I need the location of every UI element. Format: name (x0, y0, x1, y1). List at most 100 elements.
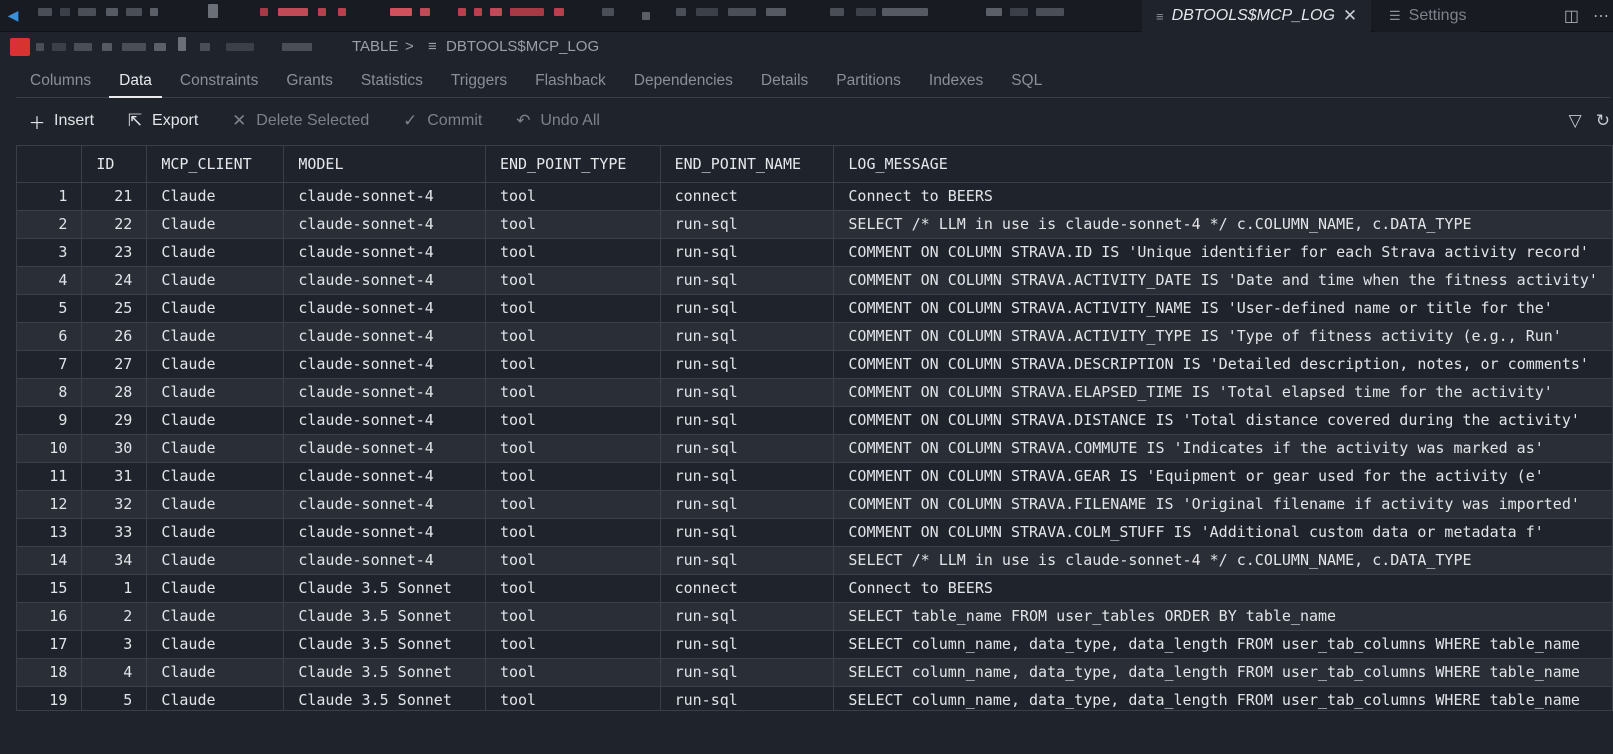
table-cell[interactable]: run-sql (660, 686, 835, 710)
table-cell[interactable]: 33 (81, 518, 148, 547)
table-row[interactable]: 3 23 Claude claude-sonnet-4 tool run-sql COMME… (17, 238, 1613, 267)
table-cell[interactable]: run-sql (660, 294, 835, 323)
tab-dbtools-mcp-log[interactable]: ≡ DBTOOLS$MCP_LOG ✕ (1142, 0, 1372, 32)
export-button[interactable]: ⇱ Export (114, 106, 210, 136)
table-cell[interactable]: tool (485, 350, 661, 379)
table-cell[interactable]: COMMENT ON COLUMN STRAVA.FILENAME IS 'Or… (833, 490, 1613, 519)
table-cell[interactable]: COMMENT ON COLUMN STRAVA.DESCRIPTION IS … (833, 350, 1613, 379)
tab-constraints[interactable]: Constraints (166, 64, 272, 97)
table-cell[interactable]: 1 (81, 574, 148, 603)
table-cell[interactable]: Claude (146, 350, 285, 379)
table-cell[interactable]: tool (485, 378, 661, 407)
table-cell[interactable]: SELECT table_name FROM user_tables ORDER… (833, 602, 1613, 631)
table-cell[interactable]: run-sql (660, 518, 835, 547)
table-cell[interactable]: tool (485, 210, 661, 239)
table-cell[interactable]: run-sql (660, 490, 835, 519)
table-row[interactable]: 16 2 Claude Claude 3.5 Sonnet tool run-sql SEL… (17, 602, 1613, 631)
tab-details[interactable]: Details (747, 64, 822, 97)
table-cell[interactable]: 5 (81, 686, 148, 710)
table-cell[interactable]: tool (485, 462, 661, 491)
table-cell[interactable]: 22 (81, 210, 148, 239)
table-cell[interactable]: connect (660, 574, 835, 603)
table-cell[interactable]: tool (485, 182, 661, 211)
table-row[interactable]: 18 4 Claude Claude 3.5 Sonnet tool run-sql SEL… (17, 658, 1613, 687)
table-cell[interactable]: Claude (146, 406, 285, 435)
table-row[interactable]: 17 3 Claude Claude 3.5 Sonnet tool run-sql SEL… (17, 630, 1613, 659)
table-cell[interactable]: tool (485, 630, 661, 659)
table-cell[interactable]: 30 (81, 434, 148, 463)
table-cell[interactable]: claude-sonnet-4 (283, 462, 486, 491)
table-cell[interactable]: run-sql (660, 630, 835, 659)
tab-data[interactable]: Data (105, 64, 166, 98)
table-cell[interactable]: claude-sonnet-4 (283, 238, 486, 267)
table-cell[interactable]: 25 (81, 294, 148, 323)
table-cell[interactable]: claude-sonnet-4 (283, 546, 486, 575)
table-cell[interactable]: claude-sonnet-4 (283, 182, 486, 211)
table-cell[interactable]: 26 (81, 322, 148, 351)
column-header-end-point-type[interactable]: END_POINT_TYPE (485, 146, 661, 183)
table-cell[interactable]: Claude (146, 378, 285, 407)
table-row[interactable]: 19 5 Claude Claude 3.5 Sonnet tool run-sql SEL… (17, 686, 1613, 710)
table-cell[interactable]: Connect to BEERS (833, 182, 1613, 211)
table-cell[interactable]: tool (485, 322, 661, 351)
tab-flashback[interactable]: Flashback (521, 64, 620, 97)
table-cell[interactable]: SELECT /* LLM in use is claude-sonnet-4 … (833, 210, 1613, 239)
table-cell[interactable]: 23 (81, 238, 148, 267)
table-row[interactable]: 11 31 Claude claude-sonnet-4 tool run-sql COMM… (17, 462, 1613, 491)
tab-partitions[interactable]: Partitions (822, 64, 915, 97)
table-cell[interactable]: Claude (146, 658, 285, 687)
table-cell[interactable]: tool (485, 518, 661, 547)
table-cell[interactable]: 32 (81, 490, 148, 519)
table-cell[interactable]: SELECT column_name, data_type, data_leng… (833, 686, 1613, 710)
table-cell[interactable]: 28 (81, 378, 148, 407)
table-row[interactable]: 7 27 Claude claude-sonnet-4 tool run-sql COMME… (17, 350, 1613, 379)
table-cell[interactable]: tool (485, 686, 661, 710)
table-cell[interactable]: Claude (146, 574, 285, 603)
commit-button[interactable]: ✓ Commit (389, 106, 494, 136)
table-cell[interactable]: run-sql (660, 658, 835, 687)
table-cell[interactable]: run-sql (660, 210, 835, 239)
tab-grants[interactable]: Grants (272, 64, 347, 97)
table-cell[interactable]: 31 (81, 462, 148, 491)
table-cell[interactable]: COMMENT ON COLUMN STRAVA.ID IS 'Unique i… (833, 238, 1613, 267)
table-cell[interactable]: COMMENT ON COLUMN STRAVA.COMMUTE IS 'Ind… (833, 434, 1613, 463)
tab-settings[interactable]: ☰ Settings (1375, 0, 1481, 32)
close-icon[interactable]: ✕ (1343, 6, 1357, 26)
ellipsis-icon[interactable]: ⋯ (1593, 6, 1609, 26)
table-row[interactable]: 1 21 Claude claude-sonnet-4 tool connect Conne… (17, 182, 1613, 211)
tab-statistics[interactable]: Statistics (347, 64, 437, 97)
table-cell[interactable]: run-sql (660, 434, 835, 463)
table-cell[interactable]: run-sql (660, 378, 835, 407)
table-cell[interactable]: Claude (146, 518, 285, 547)
column-header-end-point-name[interactable]: END_POINT_NAME (660, 146, 835, 183)
table-cell[interactable]: claude-sonnet-4 (283, 294, 486, 323)
table-cell[interactable]: tool (485, 294, 661, 323)
table-row[interactable]: 15 1 Claude Claude 3.5 Sonnet tool connect Con… (17, 574, 1613, 603)
table-cell[interactable]: run-sql (660, 602, 835, 631)
table-cell[interactable]: Claude (146, 182, 285, 211)
row-number-header[interactable] (17, 146, 83, 183)
table-cell[interactable]: tool (485, 238, 661, 267)
column-header-log-message[interactable]: LOG_MESSAGE (833, 146, 1613, 183)
table-cell[interactable]: tool (485, 546, 661, 575)
table-cell[interactable]: connect (660, 182, 835, 211)
table-cell[interactable]: 21 (81, 182, 148, 211)
tab-triggers[interactable]: Triggers (437, 64, 521, 97)
table-cell[interactable]: run-sql (660, 322, 835, 351)
table-row[interactable]: 2 22 Claude claude-sonnet-4 tool run-sql SELEC… (17, 210, 1613, 239)
table-cell[interactable]: Claude (146, 546, 285, 575)
table-cell[interactable]: run-sql (660, 546, 835, 575)
table-cell[interactable]: 29 (81, 406, 148, 435)
insert-button[interactable]: ＋ Insert (16, 106, 106, 136)
table-cell[interactable]: Connect to BEERS (833, 574, 1613, 603)
table-cell[interactable]: SELECT /* LLM in use is claude-sonnet-4 … (833, 546, 1613, 575)
table-cell[interactable]: tool (485, 658, 661, 687)
column-header-mcp-client[interactable]: MCP_CLIENT (146, 146, 285, 183)
tab-sql[interactable]: SQL (997, 64, 1056, 97)
split-editor-icon[interactable]: ◫ (1564, 6, 1579, 26)
tab-columns[interactable]: Columns (16, 64, 105, 97)
table-cell[interactable]: SELECT column_name, data_type, data_leng… (833, 658, 1613, 687)
table-cell[interactable]: Claude 3.5 Sonnet (283, 630, 486, 659)
table-cell[interactable]: Claude 3.5 Sonnet (283, 658, 486, 687)
table-cell[interactable]: Claude (146, 686, 285, 710)
